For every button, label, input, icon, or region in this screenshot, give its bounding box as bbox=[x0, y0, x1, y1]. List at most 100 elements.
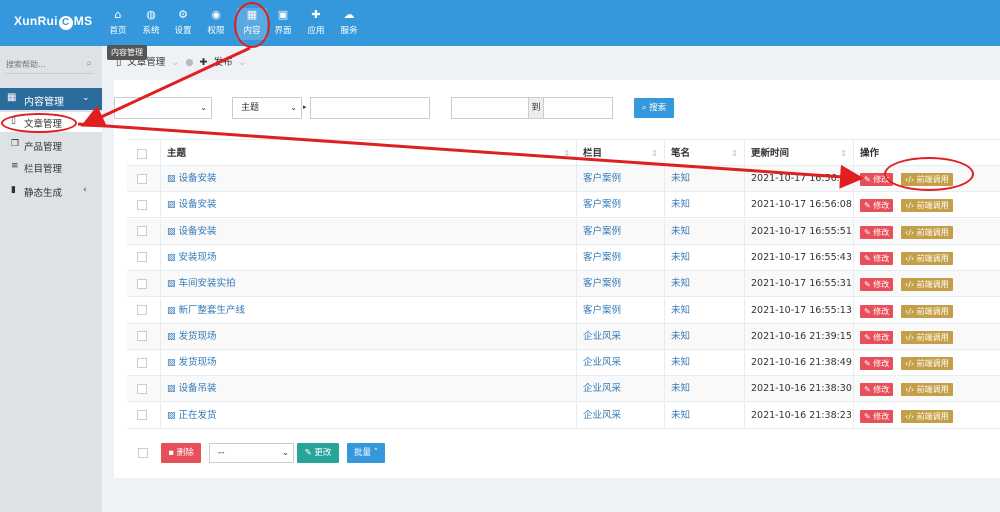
row-category-link[interactable]: 企业风采 bbox=[583, 357, 621, 368]
nav-interface[interactable]: ▣ 界面 bbox=[268, 8, 298, 40]
date-from-input[interactable] bbox=[451, 97, 529, 119]
row-title-link[interactable]: ▨ 安装现场 bbox=[167, 252, 217, 263]
row-checkbox[interactable] bbox=[137, 410, 147, 421]
row-edit-label: 修改 bbox=[873, 306, 890, 316]
row-category-link[interactable]: 企业风采 bbox=[583, 331, 621, 342]
row-title-link[interactable]: ▨ 新厂整套生产线 bbox=[167, 305, 245, 316]
nav-home[interactable]: ⌂ 首页 bbox=[103, 8, 133, 40]
row-title-link[interactable]: ▨ 设备安装 bbox=[167, 173, 217, 184]
row-author-link[interactable]: 未知 bbox=[671, 199, 690, 210]
header-title[interactable]: 主题 ⇕ bbox=[160, 140, 576, 165]
breadcrumb-publish[interactable]: 发布 bbox=[213, 57, 232, 68]
nav-services[interactable]: ☁ 服务 bbox=[334, 8, 364, 40]
row-title-link[interactable]: ▨ 正在发货 bbox=[167, 410, 217, 421]
row-checkbox[interactable] bbox=[137, 226, 147, 237]
row-front-call-button[interactable]: ‹/› 前端调用 bbox=[901, 409, 953, 423]
row-author-link[interactable]: 未知 bbox=[671, 305, 690, 316]
row-category-link[interactable]: 客户案例 bbox=[583, 173, 621, 184]
row-front-call-button[interactable]: ‹/› 前端调用 bbox=[901, 383, 953, 397]
header-updated[interactable]: 更新时间 ⇕ bbox=[744, 140, 853, 165]
row-author-link[interactable]: 未知 bbox=[671, 410, 690, 421]
nav-apps[interactable]: ✚ 应用 bbox=[301, 8, 331, 40]
row-front-call-button[interactable]: ‹/› 前端调用 bbox=[901, 225, 953, 239]
row-title-link[interactable]: ▨ 设备安装 bbox=[167, 226, 217, 237]
row-category-link[interactable]: 客户案例 bbox=[583, 252, 621, 263]
row-edit-button[interactable]: ✎ 修改 bbox=[860, 409, 894, 423]
row-author-link[interactable]: 未知 bbox=[671, 331, 690, 342]
row-front-call-button[interactable]: ‹/› 前端调用 bbox=[901, 251, 953, 265]
header-category[interactable]: 栏目 ⇕ bbox=[576, 140, 664, 165]
row-title-link[interactable]: ▨ 设备安装 bbox=[167, 199, 217, 210]
row-author-link[interactable]: 未知 bbox=[671, 357, 690, 368]
row-author-link[interactable]: 未知 bbox=[671, 173, 690, 184]
sidebar-item-products[interactable]: ❐ 产品管理 bbox=[0, 135, 102, 155]
search-button[interactable]: ⌕ 搜索 bbox=[634, 98, 674, 118]
date-to-input[interactable] bbox=[543, 97, 613, 119]
row-title-link[interactable]: ▨ 发货现场 bbox=[167, 331, 217, 342]
chevron-down-icon[interactable]: ⌄ bbox=[239, 57, 247, 68]
row-author-link[interactable]: 未知 bbox=[671, 226, 690, 237]
batch-button[interactable]: 批量 ˄ bbox=[347, 443, 385, 463]
row-checkbox[interactable] bbox=[137, 357, 147, 368]
row-category-link[interactable]: 客户案例 bbox=[583, 305, 621, 316]
row-edit-button[interactable]: ✎ 修改 bbox=[860, 225, 894, 239]
row-edit-button[interactable]: ✎ 修改 bbox=[860, 278, 894, 292]
keyword-input[interactable] bbox=[310, 97, 430, 119]
field-select[interactable]: 主题 ⌄ bbox=[232, 97, 302, 119]
sidebar-search-input[interactable] bbox=[6, 56, 76, 72]
row-front-call-button[interactable]: ‹/› 前端调用 bbox=[901, 330, 953, 344]
row-author-link[interactable]: 未知 bbox=[671, 252, 690, 263]
select-all-checkbox[interactable] bbox=[137, 148, 147, 159]
row-category-link[interactable]: 企业风采 bbox=[583, 410, 621, 421]
nav-content[interactable]: ▦ 内容 bbox=[237, 8, 267, 40]
row-edit-button[interactable]: ✎ 修改 bbox=[860, 383, 894, 397]
category-select[interactable]: ⌄ bbox=[114, 97, 212, 119]
row-checkbox[interactable] bbox=[137, 331, 147, 342]
nav-settings[interactable]: ⚙ 设置 bbox=[168, 8, 198, 40]
row-front-call-button[interactable]: ‹/› 前端调用 bbox=[901, 199, 953, 213]
batch-category-select[interactable]: -- ⌄ bbox=[209, 443, 294, 463]
logo[interactable]: XunRui C MS bbox=[14, 14, 92, 30]
row-category-link[interactable]: 客户案例 bbox=[583, 278, 621, 289]
row-title-link[interactable]: ▨ 车间安装实拍 bbox=[167, 278, 236, 289]
row-category-link[interactable]: 企业风采 bbox=[583, 383, 621, 394]
row-edit-button[interactable]: ✎ 修改 bbox=[860, 251, 894, 265]
row-category-link[interactable]: 客户案例 bbox=[583, 226, 621, 237]
row-front-call-button[interactable]: ‹/› 前端调用 bbox=[901, 304, 953, 318]
row-edit-button[interactable]: ✎ 修改 bbox=[860, 173, 894, 186]
row-edit-button[interactable]: ✎ 修改 bbox=[860, 199, 894, 213]
row-updated: 2021-10-17 16:55:43 bbox=[751, 251, 852, 263]
row-checkbox[interactable] bbox=[137, 278, 147, 289]
row-author-link[interactable]: 未知 bbox=[671, 383, 690, 394]
row-edit-button[interactable]: ✎ 修改 bbox=[860, 330, 894, 344]
row-title-link[interactable]: ▨ 发货现场 bbox=[167, 357, 217, 368]
row-checkbox[interactable] bbox=[137, 252, 147, 263]
row-author-cell: 未知 bbox=[664, 244, 744, 270]
sidebar-section-content[interactable]: ▦ 内容管理 ⌄ bbox=[0, 88, 102, 110]
nav-system[interactable]: ◍ 系统 bbox=[136, 8, 166, 40]
row-front-call-button[interactable]: ‹/› 前端调用 bbox=[901, 173, 953, 186]
row-checkbox[interactable] bbox=[137, 383, 147, 394]
row-checkbox[interactable] bbox=[137, 199, 147, 210]
change-button[interactable]: ✎ 更改 bbox=[297, 443, 339, 463]
search-icon[interactable]: ⌕ bbox=[86, 58, 92, 69]
chevron-down-icon[interactable]: ⌄ bbox=[171, 57, 179, 68]
bottom-select-all-checkbox[interactable] bbox=[138, 448, 148, 458]
row-checkbox[interactable] bbox=[137, 173, 147, 184]
row-title-link[interactable]: ▨ 设备吊装 bbox=[167, 383, 217, 394]
row-edit-button[interactable]: ✎ 修改 bbox=[860, 304, 894, 318]
sidebar-item-static[interactable]: ▮ 静态生成 ‹ bbox=[0, 181, 102, 201]
row-category-link[interactable]: 客户案例 bbox=[583, 199, 621, 210]
delete-button[interactable]: ▪ 删除 bbox=[161, 443, 201, 463]
batch-button-label: 批量 bbox=[354, 448, 372, 458]
row-edit-button[interactable]: ✎ 修改 bbox=[860, 357, 894, 371]
row-checkbox[interactable] bbox=[137, 305, 147, 315]
row-front-call-button[interactable]: ‹/› 前端调用 bbox=[901, 357, 953, 371]
row-author-link[interactable]: 未知 bbox=[671, 278, 690, 289]
sidebar-item-articles[interactable]: ▯ 文章管理 bbox=[0, 112, 102, 132]
row-front-call-button[interactable]: ‹/› 前端调用 bbox=[901, 278, 953, 292]
sidebar-tooltip: 内容管理 bbox=[107, 45, 147, 60]
header-author[interactable]: 笔名 ⇕ bbox=[664, 140, 744, 165]
nav-permissions[interactable]: ◉ 权限 bbox=[201, 8, 231, 40]
sidebar-item-columns[interactable]: ≡ 栏目管理 bbox=[0, 157, 102, 177]
